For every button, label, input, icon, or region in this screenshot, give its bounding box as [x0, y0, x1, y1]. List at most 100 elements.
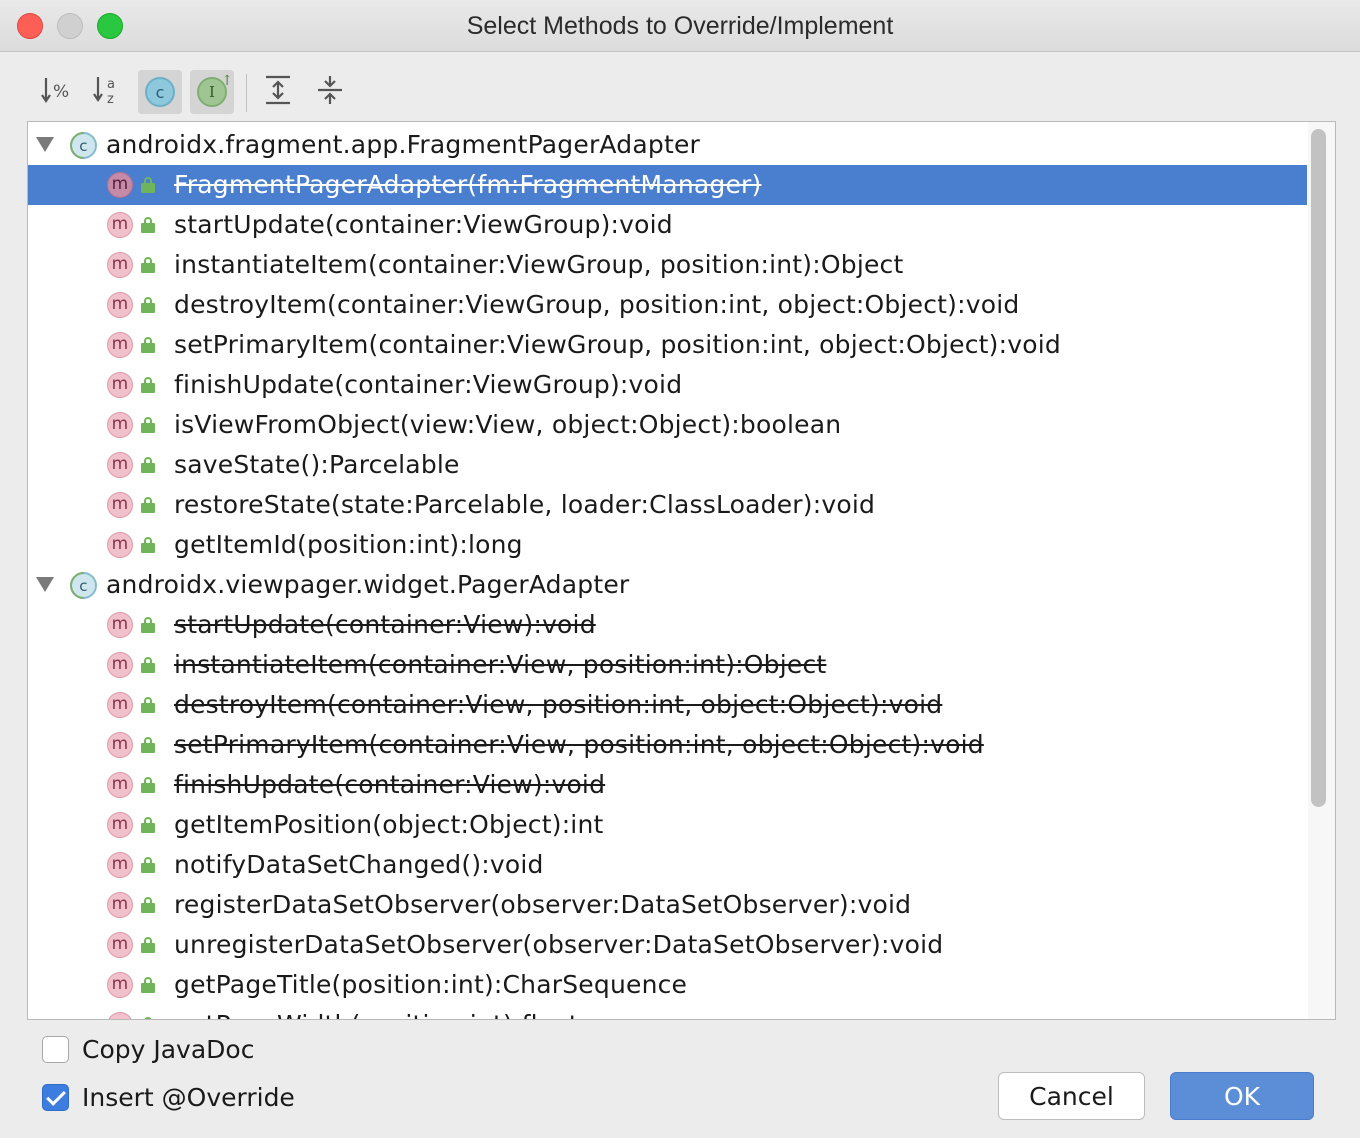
method-icon: m [107, 292, 133, 318]
lock-icon [141, 897, 155, 913]
method-row[interactable]: m destroyItem(container:View, position:in… [28, 685, 1307, 725]
collapse-all-icon [315, 74, 345, 110]
method-label: notifyDataSetChanged():void [174, 850, 544, 879]
method-row[interactable]: m destroyItem(container:ViewGroup, positi… [28, 285, 1307, 325]
lock-icon [141, 617, 155, 633]
method-row[interactable]: m instantiateItem(container:View, positio… [28, 645, 1307, 685]
method-icon: m [107, 852, 133, 878]
method-row[interactable]: m setPrimaryItem(container:View, position… [28, 725, 1307, 765]
method-label: getItemId(position:int):long [174, 530, 523, 559]
method-icon: m [107, 812, 133, 838]
lock-icon [141, 377, 155, 393]
cancel-button[interactable]: Cancel [998, 1072, 1145, 1120]
method-icon: m [107, 892, 133, 918]
class-group-label: androidx.fragment.app.FragmentPagerAdapt… [106, 130, 701, 159]
expand-triangle-icon[interactable] [36, 577, 54, 592]
class-icon: c [70, 572, 97, 599]
method-row[interactable]: m getItemPosition(object:Object):int [28, 805, 1307, 845]
method-row[interactable]: m registerDataSetObserver(observer:DataSe… [28, 885, 1307, 925]
method-row[interactable]: m unregisterDataSetObserver(observer:Data… [28, 925, 1307, 965]
method-icon: m [107, 932, 133, 958]
method-row[interactable]: m startUpdate(container:ViewGroup):void [28, 205, 1307, 245]
lock-icon [141, 497, 155, 513]
lock-icon [141, 937, 155, 953]
method-icon: m [107, 252, 133, 278]
method-tree[interactable]: c androidx.fragment.app.FragmentPagerAdap… [27, 121, 1336, 1020]
scrollbar-thumb[interactable] [1311, 129, 1326, 807]
copy-javadoc-option[interactable]: Copy JavaDoc [42, 1034, 254, 1064]
insert-override-label: Insert @Override [82, 1082, 295, 1112]
method-label: setPrimaryItem(container:ViewGroup, posi… [174, 330, 1061, 359]
method-label: FragmentPagerAdapter(fm:FragmentManager) [174, 170, 762, 199]
method-row[interactable]: m instantiateItem(container:ViewGroup, po… [28, 245, 1307, 285]
lock-icon [141, 297, 155, 313]
show-classes-toggle[interactable]: c [138, 70, 182, 114]
lock-icon [141, 537, 155, 553]
window-title: Select Methods to Override/Implement [466, 12, 894, 40]
expand-all-icon [263, 74, 293, 110]
method-label: unregisterDataSetObserver(observer:DataS… [174, 930, 944, 959]
method-label: getItemPosition(object:Object):int [174, 810, 604, 839]
method-row[interactable]: m isViewFromObject(view:View, object:Obje… [28, 405, 1307, 445]
method-icon: m [107, 172, 133, 198]
insert-override-option[interactable]: Insert @Override [42, 1082, 295, 1112]
method-row[interactable]: m getItemId(position:int):long [28, 525, 1307, 565]
insert-override-checkbox[interactable] [42, 1083, 69, 1111]
method-icon: m [107, 692, 133, 718]
method-row[interactable]: m getPageTitle(position:int):CharSequence [28, 965, 1307, 1005]
lock-icon [141, 977, 155, 993]
lock-icon [141, 217, 155, 233]
method-icon: m [107, 212, 133, 238]
title-bar: Select Methods to Override/Implement [0, 0, 1360, 52]
expand-triangle-icon[interactable] [36, 137, 54, 152]
method-label: destroyItem(container:ViewGroup, positio… [174, 290, 1020, 319]
lock-icon [141, 857, 155, 873]
expand-all-button[interactable] [256, 70, 300, 114]
toolbar: % a z c I ↑ [0, 52, 1360, 122]
method-row[interactable]: m notifyDataSetChanged():void [28, 845, 1307, 885]
show-interfaces-toggle[interactable]: I ↑ [190, 70, 234, 114]
collapse-all-button[interactable] [308, 70, 352, 114]
method-row[interactable]: m restoreState(state:Parcelable, loader:C… [28, 485, 1307, 525]
class-c-icon: c [145, 77, 175, 107]
method-label: setPrimaryItem(container:View, position:… [174, 730, 984, 759]
method-label: restoreState(state:Parcelable, loader:Cl… [174, 490, 876, 519]
svg-text:z: z [107, 92, 114, 106]
method-icon: m [107, 452, 133, 478]
sort-by-percent-button[interactable]: % [35, 70, 79, 114]
lock-icon [141, 417, 155, 433]
lock-icon [141, 697, 155, 713]
method-icon: m [107, 492, 133, 518]
class-group-row[interactable]: c androidx.fragment.app.FragmentPagerAdap… [28, 125, 1307, 165]
method-icon: m [107, 412, 133, 438]
method-label: startUpdate(container:View):void [174, 610, 596, 639]
method-row[interactable]: m startUpdate(container:View):void [28, 605, 1307, 645]
copy-javadoc-label: Copy JavaDoc [82, 1034, 255, 1064]
class-group-row[interactable]: c androidx.viewpager.widget.PagerAdapter [28, 565, 1307, 605]
method-icon: m [107, 372, 133, 398]
svg-text:a: a [107, 77, 115, 92]
method-label: getPageTitle(position:int):CharSequence [174, 970, 688, 999]
method-row[interactable]: m getPageWidth(position:int):float [28, 1005, 1307, 1019]
method-row[interactable]: m setPrimaryItem(container:ViewGroup, pos… [28, 325, 1307, 365]
method-label: getPageWidth(position:int):float [174, 1010, 579, 1019]
method-label: isViewFromObject(view:View, object:Objec… [174, 410, 842, 439]
method-row[interactable]: m finishUpdate(container:ViewGroup):void [28, 365, 1307, 405]
method-label: instantiateItem(container:View, position… [174, 650, 827, 679]
copy-javadoc-checkbox[interactable] [42, 1035, 69, 1063]
sort-by-percent-icon: % [40, 75, 74, 110]
method-icon: m [107, 732, 133, 758]
method-row[interactable]: m saveState():Parcelable [28, 445, 1307, 485]
sort-alphabetically-button[interactable]: a z [87, 70, 131, 114]
method-row[interactable]: m finishUpdate(container:View):void [28, 765, 1307, 805]
ok-button[interactable]: OK [1170, 1072, 1314, 1120]
toolbar-separator [246, 74, 247, 112]
method-icon: m [107, 1012, 133, 1019]
method-row[interactable]: m FragmentPagerAdapter(fm:FragmentManager… [28, 165, 1307, 205]
lock-icon [141, 337, 155, 353]
class-icon: c [70, 132, 97, 159]
method-label: finishUpdate(container:View):void [174, 770, 606, 799]
method-label: saveState():Parcelable [174, 450, 460, 479]
method-icon: m [107, 332, 133, 358]
method-icon: m [107, 532, 133, 558]
